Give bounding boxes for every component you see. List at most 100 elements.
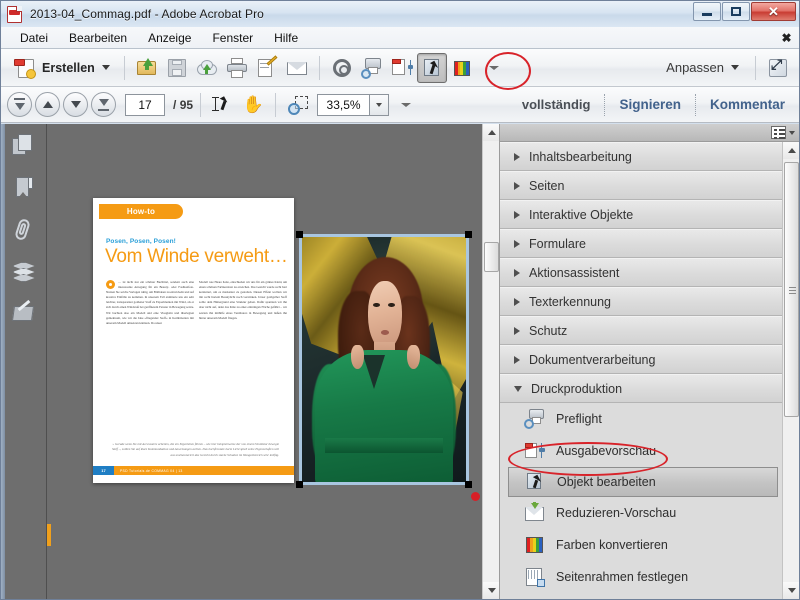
comment-marker-icon[interactable] bbox=[471, 492, 480, 501]
create-pdf-icon bbox=[14, 57, 36, 79]
tool-item-objekt-bearbeiten[interactable]: Objekt bearbeiten bbox=[508, 467, 778, 497]
select-tool-icon bbox=[212, 94, 234, 116]
section-druckproduktion[interactable]: Druckproduktion bbox=[500, 374, 782, 403]
preflight-icon bbox=[524, 408, 546, 430]
page-edge-marker bbox=[47, 524, 51, 546]
print-button[interactable] bbox=[222, 53, 252, 83]
tool-item-ausgabevorschau[interactable]: Ausgabevorschau bbox=[500, 435, 782, 467]
sign-document-button[interactable] bbox=[252, 53, 282, 83]
menu-item-datei[interactable]: Datei bbox=[11, 29, 57, 47]
preflight-button[interactable] bbox=[357, 53, 387, 83]
attachments-icon[interactable] bbox=[12, 218, 36, 242]
chevron-down-icon[interactable] bbox=[789, 131, 795, 135]
menu-item-anzeige[interactable]: Anzeige bbox=[139, 29, 200, 47]
resize-handle-bottom-right[interactable] bbox=[465, 481, 472, 488]
last-page-icon bbox=[99, 99, 109, 106]
section-interaktive-objekte[interactable]: Interaktive Objekte bbox=[500, 200, 782, 229]
section-seiten[interactable]: Seiten bbox=[500, 171, 782, 200]
page-total-label: / 95 bbox=[173, 98, 193, 112]
footer-page-number: 17 bbox=[93, 466, 114, 475]
bookmarks-icon[interactable] bbox=[12, 176, 36, 200]
resize-handle-top-left[interactable] bbox=[296, 231, 303, 238]
fullscreen-button[interactable]: ⤢ bbox=[763, 53, 793, 83]
resize-handle-bottom-left[interactable] bbox=[296, 481, 303, 488]
comment-panel-button[interactable]: Kommentar bbox=[710, 97, 785, 112]
minimize-button[interactable] bbox=[693, 2, 721, 21]
panel-options-icon[interactable] bbox=[771, 126, 786, 139]
view-options-button[interactable] bbox=[389, 90, 419, 120]
resize-handle-top-right[interactable] bbox=[465, 231, 472, 238]
preflight-icon bbox=[361, 57, 383, 79]
zoom-dropdown-button[interactable] bbox=[369, 94, 389, 116]
select-tool-button[interactable] bbox=[208, 90, 238, 120]
tool-item-druckermarken-hinzufuegen[interactable]: Druckermarken hinzufügen bbox=[500, 593, 782, 599]
panel-scroll-up-button[interactable] bbox=[783, 142, 800, 159]
chevron-right-icon bbox=[514, 153, 520, 161]
tool-item-seitenrahmen-festlegen[interactable]: Seitenrahmen festlegen bbox=[500, 561, 782, 593]
viewer-scrollbar[interactable] bbox=[482, 124, 499, 599]
section-schutz[interactable]: Schutz bbox=[500, 316, 782, 345]
article-kicker: Posen, Posen, Posen! bbox=[106, 238, 176, 245]
flattener-preview-icon bbox=[524, 502, 546, 524]
section-formulare[interactable]: Formulare bbox=[500, 229, 782, 258]
chevron-right-icon bbox=[514, 327, 520, 335]
menu-bar: Datei Bearbeiten Anzeige Fenster Hilfe ✖ bbox=[1, 27, 799, 49]
scroll-up-button[interactable] bbox=[483, 124, 499, 141]
marquee-zoom-button[interactable] bbox=[283, 90, 313, 120]
body-column-left: … ist nicht nur ein schöner Buchtitel, s… bbox=[106, 280, 194, 326]
menu-item-fenster[interactable]: Fenster bbox=[203, 29, 262, 47]
tool-item-preflight[interactable]: Preflight bbox=[500, 403, 782, 435]
navigation-toolbar: 17 / 95 ✋ 33,5% vollständig Signieren Ko… bbox=[1, 87, 799, 123]
tool-item-farben-konvertieren[interactable]: Farben konvertieren bbox=[500, 529, 782, 561]
tools-panel-header bbox=[500, 124, 799, 142]
edit-object-button[interactable] bbox=[417, 53, 447, 83]
document-close-icon[interactable]: ✖ bbox=[778, 29, 795, 46]
convert-colors-icon bbox=[451, 57, 473, 79]
tools-panel-scrollbar[interactable] bbox=[782, 142, 799, 599]
page-number-input[interactable]: 17 bbox=[125, 94, 165, 116]
previous-page-button[interactable] bbox=[35, 92, 60, 117]
section-texterkennung[interactable]: Texterkennung bbox=[500, 287, 782, 316]
last-page-button[interactable] bbox=[91, 92, 116, 117]
section-inhaltsbearbeitung[interactable]: Inhaltsbearbeitung bbox=[500, 142, 782, 171]
drop-cap-icon bbox=[106, 280, 115, 289]
layers-icon[interactable] bbox=[12, 260, 36, 284]
close-button[interactable]: ✕ bbox=[751, 2, 796, 21]
panel-scroll-down-button[interactable] bbox=[783, 582, 800, 599]
menu-item-bearbeiten[interactable]: Bearbeiten bbox=[60, 29, 136, 47]
upload-button[interactable] bbox=[192, 53, 222, 83]
section-aktionsassistent[interactable]: Aktionsassistent bbox=[500, 258, 782, 287]
more-tools-button[interactable] bbox=[477, 53, 507, 83]
fit-dropdown-button[interactable]: Anpassen bbox=[657, 53, 748, 83]
first-page-icon bbox=[14, 98, 25, 100]
scroll-down-button[interactable] bbox=[483, 582, 499, 599]
tool-item-reduzieren-vorschau[interactable]: Reduzieren-Vorschau bbox=[500, 497, 782, 529]
convert-colors-button[interactable] bbox=[447, 53, 477, 83]
pdf-page[interactable]: How-to Posen, Posen, Posen! Vom Winde ve… bbox=[93, 198, 294, 483]
dress-neckline bbox=[363, 355, 385, 389]
document-viewer[interactable]: How-to Posen, Posen, Posen! Vom Winde ve… bbox=[47, 124, 499, 599]
window-title: 2013-04_Commag.pdf - Adobe Acrobat Pro bbox=[30, 7, 264, 21]
create-button[interactable]: Erstellen bbox=[7, 53, 117, 83]
next-page-button[interactable] bbox=[63, 92, 88, 117]
save-button[interactable] bbox=[162, 53, 192, 83]
first-page-button[interactable] bbox=[7, 92, 32, 117]
settings-button[interactable] bbox=[327, 53, 357, 83]
chevron-down-icon bbox=[102, 65, 110, 70]
maximize-button[interactable] bbox=[722, 2, 750, 21]
sign-panel-button[interactable]: Signieren bbox=[619, 97, 681, 112]
output-preview-button[interactable] bbox=[387, 53, 417, 83]
email-button[interactable] bbox=[282, 53, 312, 83]
section-dokumentverarbeitung[interactable]: Dokumentverarbeitung bbox=[500, 345, 782, 374]
selected-image-object[interactable] bbox=[299, 234, 469, 485]
viewer-scroll-thumb[interactable] bbox=[484, 242, 499, 272]
signatures-icon[interactable] bbox=[12, 302, 36, 326]
hand-tool-button[interactable]: ✋ bbox=[238, 90, 268, 120]
open-file-button[interactable] bbox=[132, 53, 162, 83]
page-thumbnails-icon[interactable] bbox=[12, 134, 36, 158]
menu-item-hilfe[interactable]: Hilfe bbox=[265, 29, 307, 47]
zoom-level-input[interactable]: 33,5% bbox=[317, 94, 369, 116]
chevron-up-icon bbox=[488, 130, 496, 135]
toolbar-separator-2 bbox=[319, 56, 320, 80]
panel-scroll-thumb[interactable] bbox=[784, 162, 799, 417]
